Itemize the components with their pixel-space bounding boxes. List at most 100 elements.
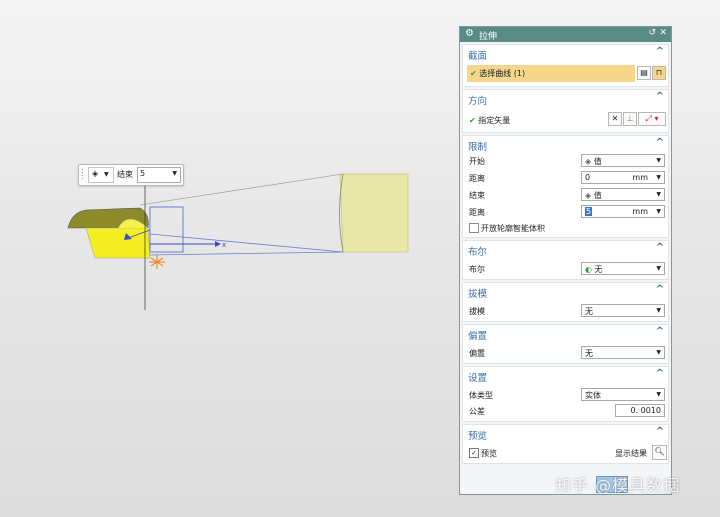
preview-label: 预览 <box>481 449 497 458</box>
curve-rule-icon[interactable]: ▤ <box>637 66 651 80</box>
tolerance-value: 0. 0010 <box>630 406 661 415</box>
show-result-label: 显示结果 <box>615 449 647 458</box>
start-label: 开始 <box>469 157 485 166</box>
distance2-input[interactable]: 5 mm ▼ <box>581 205 665 218</box>
graphics-viewport[interactable]: x ◈ ▼ 结束 5 ▼ <box>0 0 455 517</box>
distance1-input[interactable]: 0 mm ▼ <box>581 171 665 184</box>
offset-value: 无 <box>585 349 593 358</box>
gear-icon[interactable]: ⚙ <box>465 28 474 39</box>
extrude-dialog: ⚙ 拉伸 ↺ ✕ 截面 ^ ✔ 选择曲线 (1) ▤ ⊓ 方向 ^ ✔ 指定矢量… <box>459 26 672 495</box>
collapse-icon[interactable]: ^ <box>656 368 664 379</box>
cube-icon: ◈ <box>585 191 592 200</box>
draft-header[interactable]: 拔模 ^ <box>463 283 668 300</box>
preview-group: 预览 ^ ✓ 预览 显示结果 🔍︎ <box>462 424 669 464</box>
offset-group: 偏置 ^ 偏置 无 ▼ <box>462 324 669 364</box>
open-profile-row[interactable]: 开放轮廓智能体积 <box>463 220 668 236</box>
collapse-icon[interactable]: ^ <box>656 242 664 253</box>
watermark: 知乎 @模具数据 <box>555 476 681 495</box>
collapse-icon[interactable]: ^ <box>656 284 664 295</box>
collapse-icon[interactable]: ^ <box>656 326 664 337</box>
boolean-title: 布尔 <box>468 247 488 258</box>
distance2-unit: mm <box>632 207 648 216</box>
reverse-direction-icon[interactable]: ✕ <box>608 112 622 126</box>
section-header[interactable]: 截面 ^ <box>463 45 668 62</box>
dialog-title: 拉伸 <box>479 32 498 42</box>
vector-dropdown[interactable]: ⤢ ▾ <box>638 112 666 126</box>
offset-title: 偏置 <box>468 331 488 342</box>
reset-icon[interactable]: ↺ <box>648 28 656 38</box>
open-profile-label: 开放轮廓智能体积 <box>481 224 545 233</box>
check-icon: ✔ <box>470 69 477 78</box>
end-row: 结束 ◈ 值 ▼ <box>463 187 668 203</box>
vector-axis-icon[interactable]: ⊥ <box>623 112 637 126</box>
check-icon: ✔ <box>469 116 476 125</box>
part-front-face <box>85 227 151 259</box>
extrude-preview-body <box>339 173 409 253</box>
sketch-section-icon[interactable]: ⊓ <box>652 66 666 80</box>
draft-dropdown[interactable]: 无 ▼ <box>581 304 665 317</box>
distance1-label: 距离 <box>469 174 485 183</box>
body-type-dropdown[interactable]: 实体 ▼ <box>581 388 665 401</box>
edge-line-lower <box>149 251 344 256</box>
limits-group: 限制 ^ 开始 ◈ 值 ▼ 距离 0 mm ▼ 结束 ◈ 值 ▼ 距离 5 mm… <box>462 135 669 238</box>
open-profile-checkbox[interactable] <box>469 223 479 233</box>
chevron-down-icon: ▼ <box>656 391 661 398</box>
section-title: 截面 <box>468 51 488 62</box>
x-axis-arrow <box>215 241 221 247</box>
draft-label: 拔模 <box>469 307 485 316</box>
close-icon[interactable]: ✕ <box>659 28 667 38</box>
distance1-unit: mm <box>632 173 648 182</box>
cube-icon: ◈ <box>585 157 592 166</box>
collapse-icon[interactable]: ^ <box>656 91 664 102</box>
collapse-icon[interactable]: ^ <box>656 426 664 437</box>
preview-checkbox[interactable]: ✓ <box>469 448 479 458</box>
collapse-icon[interactable]: ^ <box>656 137 664 148</box>
offset-dropdown[interactable]: 无 ▼ <box>581 346 665 359</box>
show-result-button[interactable]: 🔍︎ <box>652 445 667 460</box>
chevron-down-icon: ▼ <box>656 307 661 314</box>
select-curve-row[interactable]: ✔ 选择曲线 (1) <box>467 65 635 82</box>
boolean-label: 布尔 <box>469 265 485 274</box>
tolerance-label: 公差 <box>469 407 485 416</box>
tolerance-input[interactable]: 0. 0010 <box>615 404 665 417</box>
chevron-down-icon: ▼ <box>656 265 661 272</box>
x-axis-label: x <box>222 241 226 249</box>
specify-vector-label: 指定矢量 <box>478 116 511 125</box>
magnifier-icon: 🔍︎ <box>654 447 665 456</box>
distance2-value: 5 <box>585 207 593 216</box>
end-value-field[interactable]: 5 ▼ <box>137 167 181 183</box>
preview-header[interactable]: 预览 ^ <box>463 425 668 442</box>
cube-icon: ◈ <box>92 169 99 178</box>
preview-row: ✓ 预览 显示结果 🔍︎ <box>463 445 668 461</box>
end-value: 值 <box>593 191 602 200</box>
boolean-group: 布尔 ^ 布尔 ◐ 无 ▼ <box>462 240 669 280</box>
end-value-text: 5 <box>140 169 146 178</box>
anchor-icon <box>149 255 165 269</box>
start-dropdown[interactable]: ◈ 值 ▼ <box>581 154 665 167</box>
limits-header[interactable]: 限制 ^ <box>463 136 668 153</box>
chevron-down-icon: ▼ <box>104 171 109 178</box>
draft-group: 拔模 ^ 拔模 无 ▼ <box>462 282 669 322</box>
section-group: 截面 ^ ✔ 选择曲线 (1) ▤ ⊓ <box>462 44 669 87</box>
end-dropdown[interactable]: ◈ 值 ▼ <box>581 188 665 201</box>
collapse-icon[interactable]: ^ <box>656 46 664 57</box>
mini-toolbar: ◈ ▼ 结束 5 ▼ <box>78 164 184 186</box>
dialog-titlebar[interactable]: ⚙ 拉伸 ↺ ✕ <box>460 27 671 42</box>
offset-header[interactable]: 偏置 ^ <box>463 325 668 342</box>
limit-type-button[interactable]: ◈ ▼ <box>88 167 114 183</box>
chevron-down-icon: ▼ <box>656 191 661 198</box>
toolbar-grip[interactable] <box>81 168 84 181</box>
settings-header[interactable]: 设置 ^ <box>463 367 668 384</box>
direction-header[interactable]: 方向 ^ <box>463 90 668 107</box>
distance2-row: 距离 5 mm ▼ <box>463 204 668 220</box>
settings-title: 设置 <box>468 373 488 384</box>
selection-box <box>149 206 184 253</box>
boolean-header[interactable]: 布尔 ^ <box>463 241 668 258</box>
chevron-down-icon: ▼ <box>656 174 661 181</box>
direction-title: 方向 <box>468 96 488 107</box>
select-curve-label: 选择曲线 (1) <box>479 69 526 78</box>
body-type-label: 体类型 <box>469 391 493 400</box>
body-type-row: 体类型 实体 ▼ <box>463 387 668 403</box>
boolean-dropdown[interactable]: ◐ 无 ▼ <box>581 262 665 275</box>
chevron-down-icon: ▼ <box>656 349 661 356</box>
